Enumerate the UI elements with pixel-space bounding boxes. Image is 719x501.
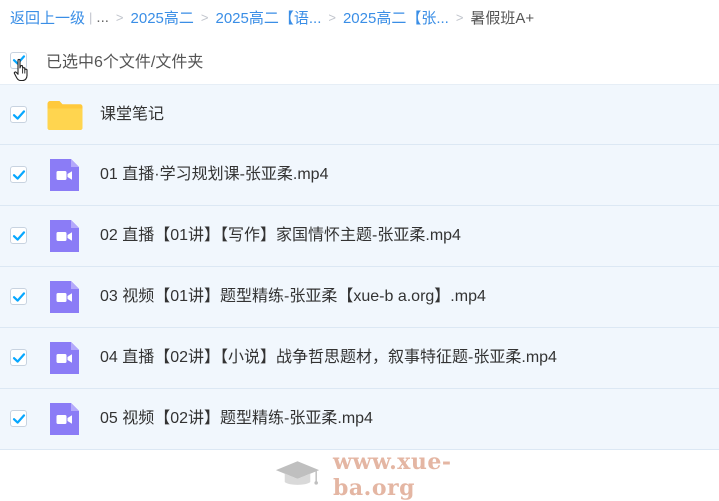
- row-checkbox[interactable]: [10, 288, 27, 305]
- video-file-icon: [50, 342, 79, 374]
- video-file-icon: [50, 220, 79, 252]
- breadcrumb-more[interactable]: ...: [96, 9, 109, 26]
- file-name[interactable]: 课堂笔记: [100, 85, 164, 145]
- hand-cursor-icon: [13, 58, 28, 82]
- breadcrumb-current: 暑假班A+: [470, 9, 535, 27]
- checkmark-icon: [12, 169, 25, 180]
- breadcrumb: 返回上一级 | ... > 2025高二 > 2025高二【语... > 202…: [0, 0, 719, 34]
- file-row[interactable]: 课堂笔记: [0, 84, 719, 145]
- row-checkbox[interactable]: [10, 166, 27, 183]
- breadcrumb-item-1[interactable]: 2025高二: [131, 7, 194, 28]
- file-name[interactable]: 05 视频【02讲】题型精练-张亚柔.mp4: [100, 389, 373, 449]
- breadcrumb-divider: |: [89, 9, 93, 25]
- file-name[interactable]: 02 直播【01讲】【写作】家国情怀主题-张亚柔.mp4: [100, 206, 461, 266]
- breadcrumb-chevron: >: [200, 9, 209, 25]
- watermark-text: www.xue-ba.org: [333, 449, 452, 501]
- breadcrumb-chevron: >: [115, 9, 124, 25]
- checkmark-icon: [12, 109, 25, 120]
- watermark: www.xue-ba.org: [270, 449, 530, 501]
- breadcrumb-chevron: >: [455, 9, 464, 25]
- selection-bar: 已选中6个文件/文件夹: [0, 40, 719, 80]
- checkmark-icon: [12, 291, 25, 302]
- row-checkbox[interactable]: [10, 349, 27, 366]
- video-file-icon: [50, 159, 79, 191]
- video-file-icon: [50, 281, 79, 313]
- selection-count-label: 已选中6个文件/文件夹: [46, 54, 204, 71]
- checkmark-icon: [12, 352, 25, 363]
- row-checkbox[interactable]: [10, 227, 27, 244]
- file-row[interactable]: 04 直播【02讲】【小说】战争哲思题材，叙事特征题-张亚柔.mp4: [0, 328, 719, 389]
- file-name[interactable]: 01 直播·学习规划课-张亚柔.mp4: [100, 145, 328, 205]
- file-row[interactable]: 01 直播·学习规划课-张亚柔.mp4: [0, 145, 719, 206]
- file-name[interactable]: 03 视频【01讲】题型精练-张亚柔【xue-b a.org】.mp4: [100, 267, 486, 327]
- graduation-cap-icon: [275, 461, 320, 485]
- checkmark-icon: [12, 230, 25, 241]
- row-checkbox[interactable]: [10, 106, 27, 123]
- file-row[interactable]: 05 视频【02讲】题型精练-张亚柔.mp4: [0, 389, 719, 450]
- back-link[interactable]: 返回上一级: [10, 7, 85, 28]
- breadcrumb-chevron: >: [328, 9, 336, 25]
- file-row[interactable]: 03 视频【01讲】题型精练-张亚柔【xue-b a.org】.mp4: [0, 267, 719, 328]
- file-list: 课堂笔记 01 直播·学习规划课-张亚柔.mp4 02 直播【01讲】【写作】家…: [0, 84, 719, 450]
- breadcrumb-item-3[interactable]: 2025高二【张...: [343, 7, 449, 28]
- row-checkbox[interactable]: [10, 410, 27, 427]
- breadcrumb-item-2[interactable]: 2025高二【语...: [215, 7, 321, 28]
- folder-icon: [47, 101, 83, 130]
- file-name[interactable]: 04 直播【02讲】【小说】战争哲思题材，叙事特征题-张亚柔.mp4: [100, 328, 557, 388]
- video-file-icon: [50, 403, 79, 435]
- file-row[interactable]: 02 直播【01讲】【写作】家国情怀主题-张亚柔.mp4: [0, 206, 719, 267]
- checkmark-icon: [12, 413, 25, 424]
